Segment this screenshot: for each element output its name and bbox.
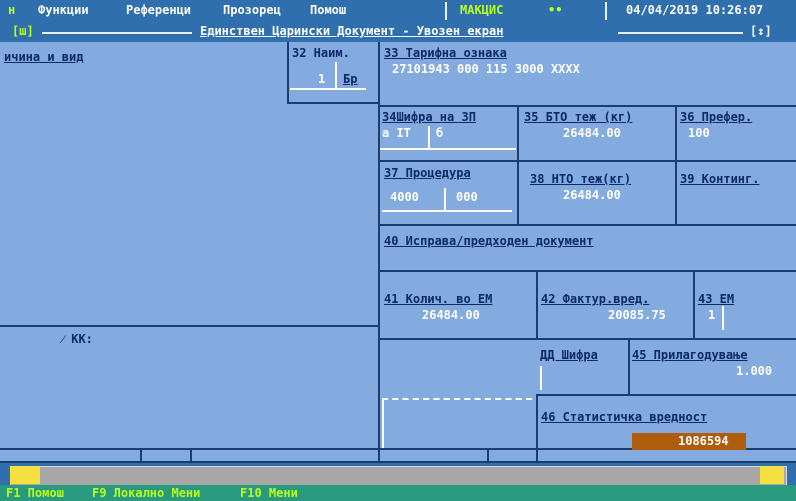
field-43-separator bbox=[722, 306, 724, 330]
field-46-value[interactable]: 1086594 bbox=[678, 434, 729, 448]
divider bbox=[378, 160, 796, 162]
divider bbox=[287, 42, 289, 104]
divider bbox=[190, 448, 192, 462]
function-key-bar: F1 Помош F9 Локално Мени F10 Мени bbox=[0, 485, 796, 501]
divider bbox=[517, 105, 519, 225]
reason-label: ичина и вид bbox=[4, 50, 84, 64]
field-34-label: 34Шифра на ЗП bbox=[382, 110, 476, 124]
divider bbox=[536, 270, 538, 340]
user-label: МАКЦИС bbox=[460, 3, 504, 17]
dashed-block-left-edge bbox=[382, 398, 384, 448]
divider bbox=[140, 448, 142, 462]
window-system-box[interactable]: [ш] bbox=[12, 24, 34, 38]
divider bbox=[378, 224, 796, 226]
menu-item-references[interactable]: Референци bbox=[126, 3, 191, 17]
kk-label: ⁄ КК: bbox=[62, 332, 93, 346]
f9-local-menu-key[interactable]: F9 Локално Мени bbox=[92, 486, 200, 500]
field-36-value[interactable]: 100 bbox=[688, 126, 710, 140]
field-41-label: 41 Колич. во ЕМ bbox=[384, 292, 493, 306]
field-37-value-a[interactable]: 4000 bbox=[390, 190, 419, 204]
menu-bar: н Функции Референци Прозорец Помош МАКЦИ… bbox=[0, 0, 796, 22]
field-33-label: 33 Тарифна ознака bbox=[384, 46, 507, 60]
menubar-divider bbox=[445, 2, 447, 20]
window-title-bar: [ш] Единствен Царински Документ - Увозен… bbox=[0, 22, 796, 42]
divider bbox=[378, 270, 796, 272]
field-32-value[interactable]: 1 bbox=[318, 72, 325, 86]
field-41-value[interactable]: 26484.00 bbox=[422, 308, 480, 322]
field-34-a[interactable]: а IT bbox=[382, 126, 411, 140]
divider bbox=[378, 105, 796, 107]
divider bbox=[536, 394, 796, 396]
field-36-label: 36 Префер. bbox=[680, 110, 753, 124]
status-indicator: •• bbox=[548, 3, 563, 17]
field-42-label: 42 Фактур.вред. bbox=[541, 292, 650, 306]
field-37-value-b[interactable]: 000 bbox=[456, 190, 478, 204]
divider bbox=[536, 394, 538, 462]
menubar-divider bbox=[605, 2, 607, 20]
field-32-br: Бр bbox=[343, 72, 358, 86]
menu-item-system[interactable]: н bbox=[8, 3, 15, 17]
field-40-label: 40 Исправа/предходен документ bbox=[384, 234, 594, 248]
title-rule-right bbox=[618, 32, 743, 34]
field-32-separator bbox=[335, 62, 337, 88]
dashed-divider bbox=[382, 398, 532, 400]
divider bbox=[487, 448, 489, 462]
field-32-underline bbox=[290, 88, 366, 90]
field-35-label: 35 БТО теж (кг) bbox=[524, 110, 633, 124]
divider bbox=[675, 105, 677, 225]
window-title: Единствен Царински Документ - Увозен екр… bbox=[200, 24, 504, 38]
horizontal-scrollbar[interactable] bbox=[10, 466, 787, 486]
field-42-value[interactable]: 20085.75 bbox=[608, 308, 666, 322]
field-37-label: 37 Процедура bbox=[384, 166, 471, 180]
divider bbox=[287, 102, 378, 104]
field-dd-label: ДД Шифра bbox=[540, 348, 598, 362]
field-38-label: 38 НТО теж(кг) bbox=[530, 172, 632, 186]
field-45-value[interactable]: 1.000 bbox=[736, 364, 772, 378]
field-34-underline bbox=[380, 148, 516, 150]
title-rule-left bbox=[42, 32, 192, 34]
divider bbox=[693, 270, 695, 340]
field-34-b[interactable]: б bbox=[436, 126, 443, 140]
field-dd-separator bbox=[540, 366, 542, 390]
field-34-separator bbox=[428, 126, 430, 148]
scroll-right-button[interactable] bbox=[760, 466, 784, 484]
field-38-value[interactable]: 26484.00 bbox=[563, 188, 621, 202]
menu-item-functions[interactable]: Функции bbox=[38, 3, 89, 17]
menu-item-help[interactable]: Помош bbox=[310, 3, 346, 17]
field-46-label: 46 Статистичка вредност bbox=[541, 410, 708, 424]
field-43-value[interactable]: 1 bbox=[708, 308, 715, 322]
field-43-label: 43 ЕМ bbox=[698, 292, 735, 306]
scroll-left-button[interactable] bbox=[10, 466, 40, 484]
menu-item-window[interactable]: Прозорец bbox=[223, 3, 281, 17]
window-resize-box[interactable]: [↕] bbox=[750, 24, 772, 38]
datetime-display: 04/04/2019 10:26:07 bbox=[626, 3, 764, 17]
field-37-separator bbox=[444, 188, 446, 210]
field-39-label: 39 Континг. bbox=[680, 172, 760, 186]
f10-menu-key[interactable]: F10 Мени bbox=[240, 486, 298, 500]
field-32-label: 32 Наим. bbox=[292, 46, 350, 60]
field-45-label: 45 Прилагодување bbox=[632, 348, 748, 362]
dos-form-screen: н Функции Референци Прозорец Помош МАКЦИ… bbox=[0, 0, 796, 501]
field-35-value[interactable]: 26484.00 bbox=[563, 126, 621, 140]
divider bbox=[378, 338, 796, 340]
divider bbox=[628, 338, 630, 396]
field-37-underline bbox=[382, 210, 512, 212]
f1-help-key[interactable]: F1 Помош bbox=[6, 486, 64, 500]
divider bbox=[0, 325, 378, 327]
field-33-value[interactable]: 27101943 000 115 3000 XXXX bbox=[392, 62, 580, 76]
